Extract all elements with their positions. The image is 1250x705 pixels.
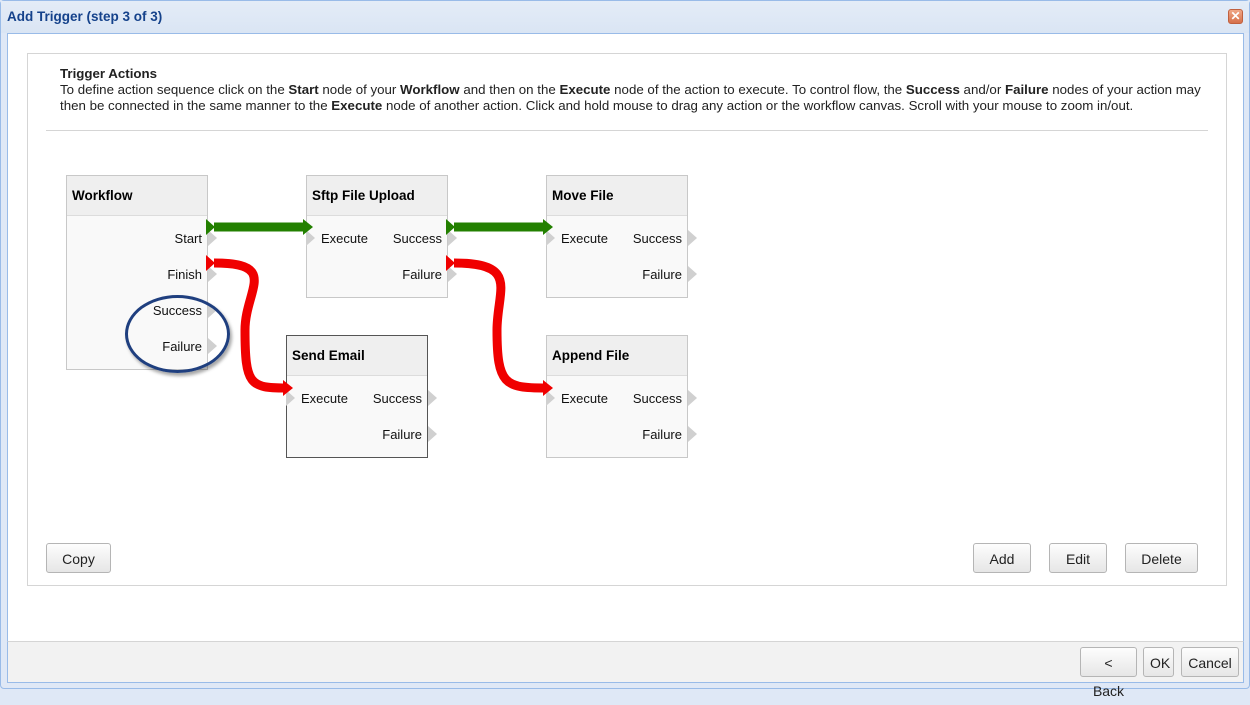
port-row: Execute Success	[546, 216, 697, 252]
dialog-footer: < Back OK Cancel	[7, 641, 1244, 699]
port-row: Failure	[307, 252, 457, 288]
node-title: Move File	[547, 176, 687, 216]
port-failure[interactable]: Failure	[382, 427, 422, 442]
port-finish[interactable]: Finish	[67, 252, 217, 288]
port-failure[interactable]: Failure	[642, 267, 682, 282]
input-arrow-icon[interactable]	[546, 230, 555, 246]
port-failure[interactable]: Failure	[402, 267, 442, 282]
port-row: Execute Success	[306, 216, 457, 252]
output-arrow-icon[interactable]	[448, 266, 457, 282]
port-execute[interactable]: Execute	[301, 391, 348, 406]
ok-button[interactable]: OK	[1143, 647, 1174, 677]
node-title: Workflow	[67, 176, 207, 216]
input-arrow-icon[interactable]	[286, 390, 295, 406]
dialog-title: Add Trigger (step 3 of 3)	[7, 9, 163, 24]
output-arrow-icon[interactable]	[688, 426, 697, 442]
port-execute[interactable]: Execute	[561, 231, 608, 246]
node-move-file[interactable]: Move File Execute Success Failure	[546, 175, 697, 298]
port-row: Failure	[547, 412, 697, 448]
port-start[interactable]: Start	[67, 216, 217, 252]
port-execute[interactable]: Execute	[321, 231, 368, 246]
node-send-email[interactable]: Send Email Execute Success Failure	[286, 335, 437, 458]
dialog-titlebar[interactable]: Add Trigger (step 3 of 3) ✕	[1, 1, 1249, 33]
close-icon[interactable]: ✕	[1228, 9, 1243, 24]
input-arrow-icon[interactable]	[306, 230, 315, 246]
port-execute[interactable]: Execute	[561, 391, 608, 406]
port-success[interactable]: Success	[633, 391, 682, 406]
port-success[interactable]: Success	[373, 391, 422, 406]
cancel-button[interactable]: Cancel	[1181, 647, 1239, 677]
port-failure[interactable]: Failure	[642, 427, 682, 442]
output-arrow-icon[interactable]	[688, 230, 697, 246]
output-arrow-icon[interactable]	[428, 426, 437, 442]
port-row: Execute Success	[546, 376, 697, 412]
output-arrow-icon[interactable]	[208, 230, 217, 246]
input-arrow-icon[interactable]	[546, 390, 555, 406]
output-arrow-icon[interactable]	[688, 390, 697, 406]
output-arrow-icon[interactable]	[208, 266, 217, 282]
add-button[interactable]: Add	[973, 543, 1031, 573]
delete-button[interactable]: Delete	[1125, 543, 1198, 573]
port-success[interactable]: Success	[633, 231, 682, 246]
node-title: Append File	[547, 336, 687, 376]
copy-button[interactable]: Copy	[46, 543, 111, 573]
port-row: Failure	[287, 412, 437, 448]
highlight-ellipse	[125, 295, 230, 373]
back-button[interactable]: < Back	[1080, 647, 1137, 699]
port-success[interactable]: Success	[393, 231, 442, 246]
node-sftp-file-upload[interactable]: Sftp File Upload Execute Success Failure	[306, 175, 457, 298]
output-arrow-icon[interactable]	[428, 390, 437, 406]
port-label: Start	[174, 231, 202, 246]
node-title: Send Email	[287, 336, 427, 376]
node-append-file[interactable]: Append File Execute Success Failure	[546, 335, 697, 458]
port-row: Failure	[547, 252, 697, 288]
output-arrow-icon[interactable]	[448, 230, 457, 246]
port-row: Execute Success	[286, 376, 437, 412]
node-title: Sftp File Upload	[307, 176, 447, 216]
output-arrow-icon[interactable]	[688, 266, 697, 282]
port-label: Finish	[167, 267, 202, 282]
edit-button[interactable]: Edit	[1049, 543, 1107, 573]
